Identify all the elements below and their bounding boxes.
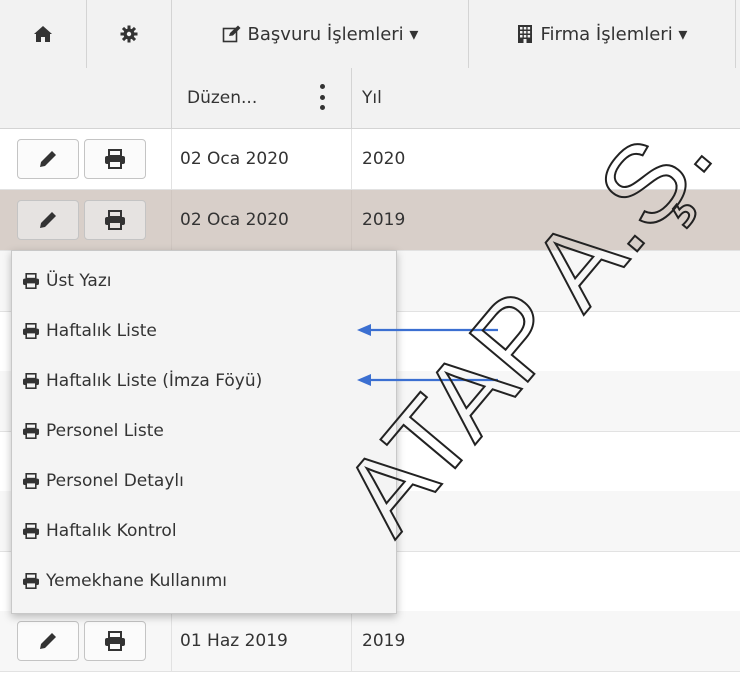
- data-grid: Başvuru İşlemleri ▾ Firma İşlemleri ▾ Dü…: [0, 0, 740, 676]
- svg-text:ATAP A.Ş.: ATAP A.Ş.: [319, 92, 735, 555]
- watermark: ATAP A.Ş.: [318, 91, 736, 556]
